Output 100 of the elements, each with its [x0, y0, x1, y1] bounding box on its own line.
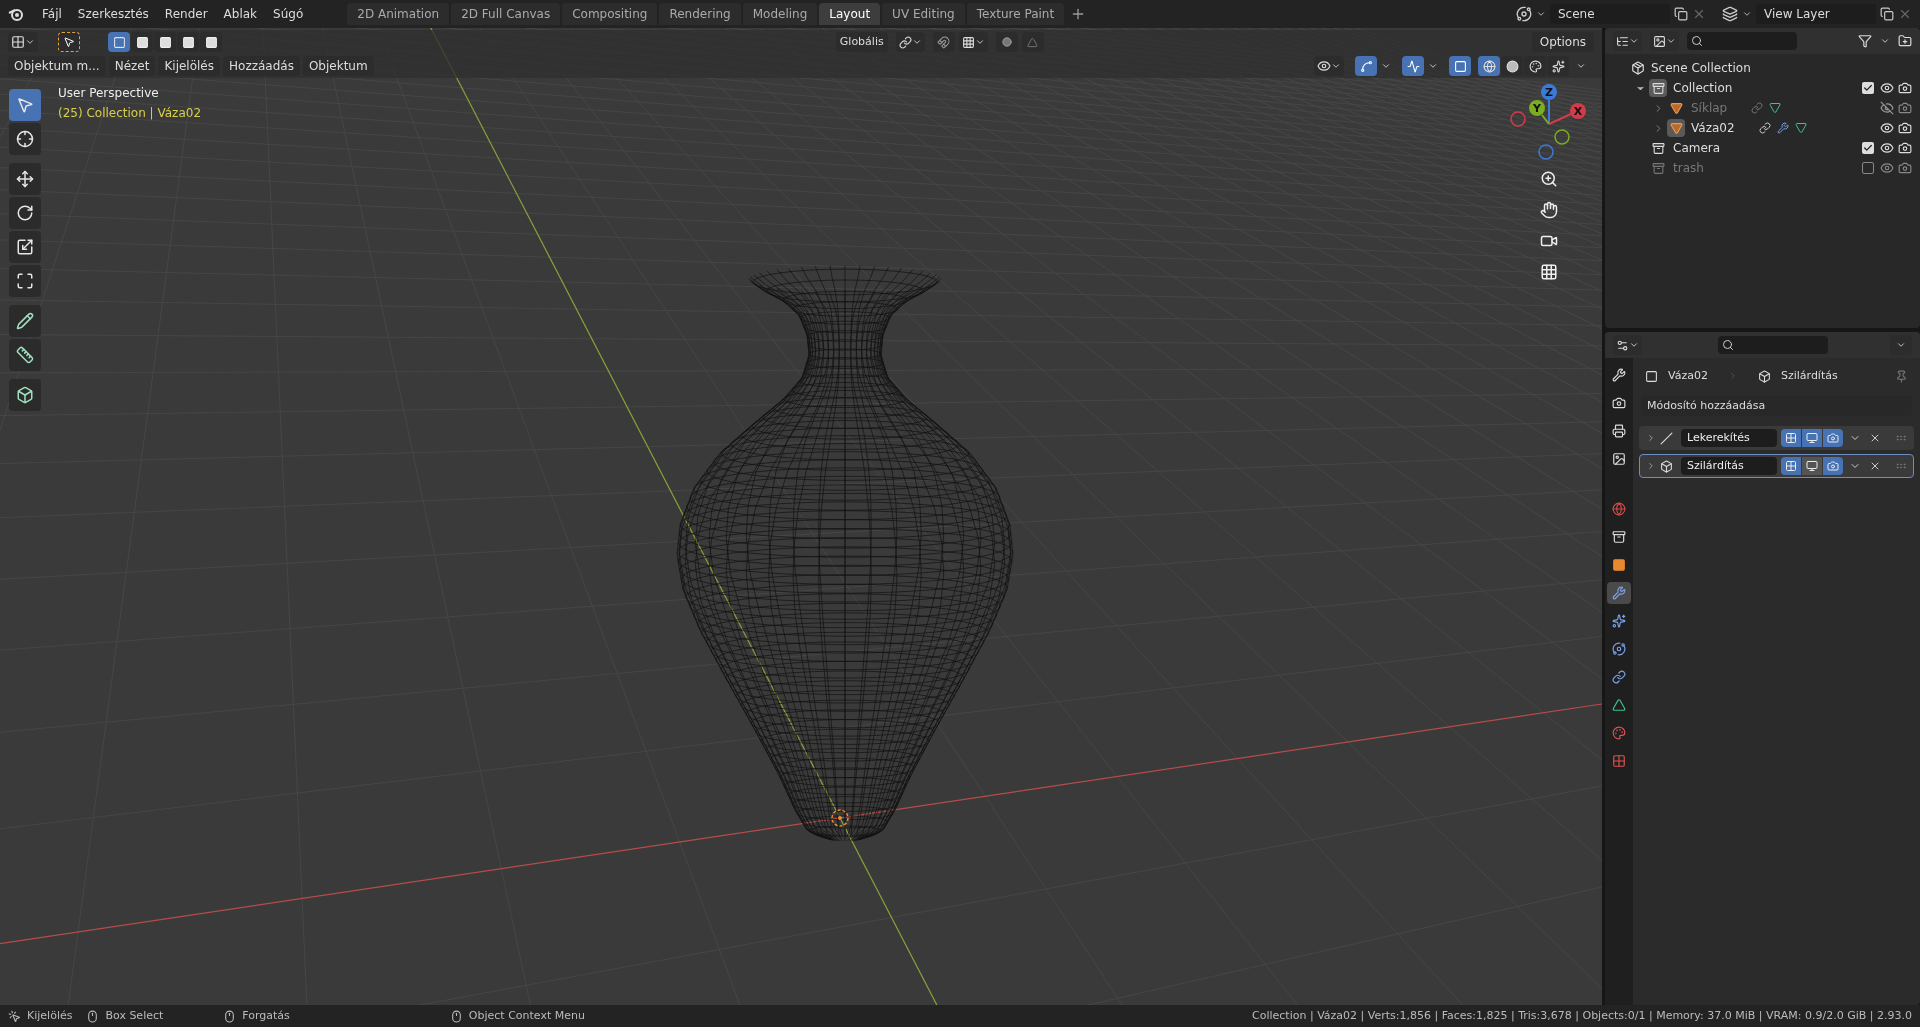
viewport-toggle[interactable]	[1802, 429, 1822, 447]
display-mode-dropdown[interactable]	[1613, 31, 1642, 51]
menu-item[interactable]: Fájl	[36, 5, 68, 23]
negative-z-handle[interactable]	[1538, 144, 1554, 160]
view-layer-field[interactable]: View Layer	[1756, 4, 1876, 24]
filter-icon[interactable]	[1858, 34, 1872, 48]
search-field[interactable]	[1718, 336, 1828, 354]
menu-item[interactable]: Súgó	[267, 5, 310, 23]
eye-icon[interactable]	[1880, 81, 1894, 95]
add-cube-tool-button[interactable]	[9, 379, 41, 411]
menu-item[interactable]: Szerkesztés	[71, 5, 155, 23]
filter-dropdown[interactable]	[1650, 31, 1679, 51]
menu-item[interactable]: Ablak	[217, 5, 264, 23]
breadcrumb-item[interactable]: Váza02	[1668, 367, 1708, 385]
proportional-editing-toggle[interactable]	[995, 32, 1018, 52]
select-tool-button[interactable]	[9, 89, 41, 121]
shading-mode-button[interactable]	[1478, 56, 1500, 76]
x-axis-handle[interactable]	[1548, 103, 1586, 125]
chevron-down-icon[interactable]	[1381, 61, 1391, 71]
workspace-tab[interactable]: Compositing	[562, 3, 658, 25]
add-modifier-dropdown[interactable]: Módosító hozzáadása	[1641, 396, 1912, 416]
select-mode-button[interactable]	[154, 32, 176, 52]
drag-handle-icon[interactable]	[1895, 432, 1907, 444]
header-menu[interactable]: Hozzáadás	[223, 56, 300, 76]
exclude-checkbox[interactable]	[1862, 82, 1874, 94]
snap-target-dropdown[interactable]	[958, 32, 988, 52]
measure-tool-button[interactable]	[9, 339, 41, 371]
render-toggle[interactable]	[1823, 457, 1843, 475]
view-layer-icon[interactable]	[1722, 6, 1738, 22]
move-tool-button[interactable]	[9, 163, 41, 195]
header-menu[interactable]: Kijelölés	[158, 56, 220, 76]
scene-icon[interactable]	[1516, 6, 1532, 22]
bevel-icon	[1660, 431, 1673, 445]
exclude-checkbox[interactable]	[1862, 142, 1874, 154]
pin-icon[interactable]	[1895, 369, 1908, 383]
edit-mode-toggle[interactable]	[1781, 429, 1801, 447]
scale-tool-button[interactable]	[9, 231, 41, 263]
workspace-tab[interactable]: UV Editing	[882, 3, 965, 25]
negative-y-handle[interactable]	[1554, 129, 1570, 145]
close-icon[interactable]	[1869, 432, 1881, 444]
y-axis-handle[interactable]	[1529, 100, 1550, 125]
render-toggle[interactable]	[1823, 429, 1843, 447]
modifier-name-field[interactable]: Lekerekítés	[1681, 429, 1777, 447]
exclude-checkbox[interactable]	[1862, 162, 1874, 174]
workspace-tab[interactable]: Texture Paint	[966, 3, 1065, 25]
outliner-item-label[interactable]: Váza02	[1691, 119, 1735, 137]
mode-dropdown[interactable]: Objektum m...	[8, 56, 106, 76]
outliner-item-label[interactable]: Scene Collection	[1651, 59, 1751, 77]
rotate-tool-button[interactable]	[9, 197, 41, 229]
eye-icon[interactable]	[1880, 141, 1894, 155]
workspace-tab[interactable]: 2D Animation	[347, 3, 450, 25]
gizmo-toggle[interactable]	[1355, 56, 1377, 76]
editor-type-button[interactable]	[1613, 335, 1642, 355]
transform-tool-button[interactable]	[9, 265, 41, 297]
workspace-tab[interactable]: Modeling	[742, 3, 818, 25]
falloff-dropdown[interactable]	[1021, 32, 1044, 52]
close-icon[interactable]	[1869, 460, 1881, 472]
header-menu[interactable]: Nézet	[108, 56, 156, 76]
header-menu[interactable]: Objektum	[302, 56, 374, 76]
shading-mode-button[interactable]	[1524, 56, 1546, 76]
negative-x-handle[interactable]	[1510, 111, 1526, 127]
shading-mode-button[interactable]	[1501, 56, 1523, 76]
new-collection-button[interactable]	[1898, 34, 1912, 48]
drag-handle-icon[interactable]	[1895, 460, 1907, 472]
options-dropdown[interactable]: Options	[1531, 32, 1594, 52]
select-mode-button[interactable]	[200, 32, 222, 52]
shading-mode-button[interactable]	[1547, 56, 1569, 76]
workspace-tab[interactable]: 2D Full Canvas	[451, 3, 561, 25]
snap-toggle[interactable]	[932, 32, 955, 52]
visibility-dropdown[interactable]	[1314, 56, 1344, 76]
chevron-down-icon[interactable]	[1576, 61, 1586, 71]
outliner-item-label[interactable]: Camera	[1673, 139, 1721, 157]
workspace-tab[interactable]: Layout	[819, 3, 881, 25]
chevron-down-icon[interactable]	[1428, 61, 1438, 71]
eye-icon[interactable]	[1880, 121, 1894, 135]
scene-field[interactable]: Scene	[1550, 4, 1670, 24]
chevron-down-icon[interactable]	[1880, 36, 1890, 46]
search-field[interactable]	[1687, 32, 1797, 50]
copy-icon[interactable]	[1674, 7, 1688, 21]
breadcrumb-item[interactable]: Szilárdítás	[1780, 367, 1838, 385]
edit-mode-toggle[interactable]	[1781, 457, 1801, 475]
editor-type-button[interactable]	[8, 32, 38, 52]
closed-eye-icon[interactable]	[1880, 101, 1894, 115]
workspace-tab[interactable]: Rendering	[659, 3, 741, 25]
viewport-toggle[interactable]	[1802, 457, 1822, 475]
outliner-item-label[interactable]: Collection	[1673, 79, 1733, 97]
transform-orientation-dropdown[interactable]: Globális	[835, 32, 888, 52]
select-mode-button[interactable]	[108, 32, 130, 52]
copy-icon[interactable]	[1880, 7, 1894, 21]
cursor-tool-button[interactable]	[9, 123, 41, 155]
menu-item[interactable]: Render	[158, 5, 214, 23]
annotate-tool-button[interactable]	[9, 305, 41, 337]
pivot-point-dropdown[interactable]	[895, 32, 925, 52]
select-mode-button[interactable]	[131, 32, 153, 52]
modifier-name-field[interactable]: Szilárdítás	[1681, 457, 1777, 475]
xray-toggle[interactable]	[1449, 56, 1471, 76]
select-tool-button[interactable]	[58, 32, 80, 52]
select-mode-button[interactable]	[177, 32, 199, 52]
overlay-toggle[interactable]	[1402, 56, 1424, 76]
modifiers-tab[interactable]	[1607, 582, 1631, 604]
